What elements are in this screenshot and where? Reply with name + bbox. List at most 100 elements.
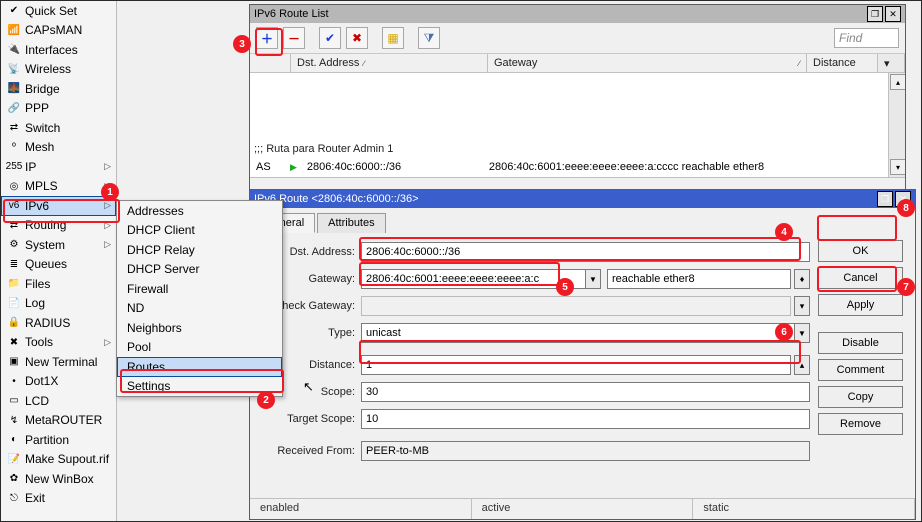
cancel-button[interactable]: Cancel: [818, 267, 903, 289]
find-input[interactable]: Find: [834, 28, 899, 48]
sidebar-item-dot1x[interactable]: •Dot1X: [1, 372, 116, 392]
sidebar-item-exit[interactable]: ⎋Exit: [1, 489, 116, 509]
sidebar-item-new-winbox[interactable]: ✿New WinBox: [1, 469, 116, 489]
submenu-item-nd[interactable]: ND: [117, 299, 282, 319]
target-scope-input[interactable]: 10: [361, 409, 810, 429]
sidebar-item-label: Make Supout.rif: [25, 452, 109, 466]
sidebar-item-files[interactable]: 📁Files: [1, 274, 116, 294]
sidebar-item-make-supout-rif[interactable]: 📝Make Supout.rif: [1, 450, 116, 470]
col-dst[interactable]: Dst. Address∕: [291, 54, 488, 72]
sidebar-item-label: Mesh: [25, 140, 54, 154]
submenu-item-dhcp-client[interactable]: DHCP Client: [117, 221, 282, 241]
copy-button[interactable]: Copy: [818, 386, 903, 408]
submenu-item-neighbors[interactable]: Neighbors: [117, 318, 282, 338]
menu-icon: ◎: [6, 178, 22, 194]
menu-icon: ≣: [6, 256, 22, 272]
sidebar-item-lcd[interactable]: ▭LCD: [1, 391, 116, 411]
menu-icon: 🔗: [6, 100, 22, 116]
submenu-item-addresses[interactable]: Addresses: [117, 201, 282, 221]
sidebar-item-wireless[interactable]: 📡Wireless: [1, 60, 116, 80]
submenu-item-pool[interactable]: Pool: [117, 338, 282, 358]
add-button[interactable]: ＋: [256, 27, 278, 49]
tab-attributes[interactable]: Attributes: [317, 213, 385, 233]
sidebar-item-quick-set[interactable]: ✔Quick Set: [1, 1, 116, 21]
row-comment: ;;; Ruta para Router Admin 1: [254, 143, 393, 155]
distance-input[interactable]: 1: [361, 355, 791, 375]
sidebar-item-metarouter[interactable]: ↯MetaROUTER: [1, 411, 116, 431]
button-column: OK Cancel Apply Disable Comment Copy Rem…: [818, 238, 909, 472]
menu-icon: 🌉: [6, 81, 22, 97]
sidebar-item-ppp[interactable]: 🔗PPP: [1, 99, 116, 119]
dst-address-input[interactable]: 2806:40c:6000::/36: [361, 242, 810, 262]
badge: 5: [556, 278, 574, 296]
badge: 4: [775, 223, 793, 241]
menu-icon: 📡: [6, 61, 22, 77]
apply-button[interactable]: Apply: [818, 294, 903, 316]
form: Dst. Address: 2806:40c:6000::/36 Gateway…: [256, 238, 818, 472]
remove-button[interactable]: Remove: [818, 413, 903, 435]
window-restore-icon[interactable]: ❐: [877, 191, 893, 207]
sidebar-item-label: Dot1X: [25, 374, 58, 388]
sidebar-item-radius[interactable]: 🔒RADIUS: [1, 313, 116, 333]
chevron-down-icon[interactable]: ▼: [585, 270, 600, 288]
sidebar-item-routing[interactable]: ⇄Routing▷: [1, 216, 116, 236]
scrollbar[interactable]: ▴ ▾: [888, 73, 905, 177]
menu-icon: º: [6, 139, 22, 155]
submenu-item-dhcp-relay[interactable]: DHCP Relay: [117, 240, 282, 260]
submenu-item-settings[interactable]: Settings: [117, 377, 282, 397]
scroll-up-icon[interactable]: ▴: [890, 74, 905, 90]
check-gateway-input[interactable]: [361, 296, 791, 316]
disable-button[interactable]: Disable: [818, 332, 903, 354]
remove-button[interactable]: －: [283, 27, 305, 49]
sidebar-item-label: Queues: [25, 257, 67, 271]
sidebar-item-capsman[interactable]: 📶CAPsMAN: [1, 21, 116, 41]
sidebar-item-bridge[interactable]: 🌉Bridge: [1, 79, 116, 99]
scroll-down-icon[interactable]: ▾: [890, 159, 905, 175]
submenu-item-dhcp-server[interactable]: DHCP Server: [117, 260, 282, 280]
sidebar-item-partition[interactable]: ◐Partition: [1, 430, 116, 450]
enable-button[interactable]: ✔: [319, 27, 341, 49]
submenu-item-firewall[interactable]: Firewall: [117, 279, 282, 299]
sidebar-item-label: Bridge: [25, 82, 60, 96]
row-flag: AS: [250, 161, 286, 173]
comment-button[interactable]: Comment: [818, 359, 903, 381]
chevron-down-icon[interactable]: ▼: [794, 324, 809, 342]
sidebar-item-tools[interactable]: ✖Tools▷: [1, 333, 116, 353]
filter-button[interactable]: ⧩: [418, 27, 440, 49]
spinner-icon[interactable]: ♦: [794, 269, 810, 289]
comment-button[interactable]: ▦: [382, 27, 404, 49]
sidebar-item-label: PPP: [25, 101, 49, 115]
sidebar-item-ip[interactable]: 255IP▷: [1, 157, 116, 177]
sidebar-item-label: LCD: [25, 394, 49, 408]
window-close-icon[interactable]: ✕: [885, 6, 901, 22]
tabs: General Attributes: [250, 208, 915, 232]
table-row[interactable]: AS ▶ 2806:40c:6000::/36 2806:40c:6001:ee…: [250, 159, 905, 175]
sidebar-item-log[interactable]: 📄Log: [1, 294, 116, 314]
col-blank[interactable]: [250, 54, 291, 72]
submenu-item-routes[interactable]: Routes: [117, 357, 282, 377]
window-restore-icon[interactable]: ❐: [867, 6, 883, 22]
sidebar-item-new-terminal[interactable]: ▣New Terminal: [1, 352, 116, 372]
sidebar-item-mpls[interactable]: ◎MPLS▷: [1, 177, 116, 197]
sidebar-item-queues[interactable]: ≣Queues: [1, 255, 116, 275]
disable-button[interactable]: ✖: [346, 27, 368, 49]
sidebar-item-mesh[interactable]: ºMesh: [1, 138, 116, 158]
sidebar-item-switch[interactable]: ⇄Switch: [1, 118, 116, 138]
scope-input[interactable]: 30: [361, 382, 810, 402]
chevron-up-icon[interactable]: ▴: [794, 355, 810, 375]
sidebar-item-label: Interfaces: [25, 43, 78, 57]
sidebar-item-system[interactable]: ⚙System▷: [1, 235, 116, 255]
menu-icon: ⇄: [6, 217, 22, 233]
menu-icon: ⚙: [6, 237, 22, 253]
menu-icon: ◐: [6, 432, 22, 448]
col-gateway[interactable]: Gateway∕: [488, 54, 807, 72]
col-distance[interactable]: Distance: [807, 54, 878, 72]
sidebar-item-label: MetaROUTER: [25, 413, 102, 427]
sidebar-item-ipv6[interactable]: v6IPv6▷: [1, 196, 116, 216]
ok-button[interactable]: OK: [818, 240, 903, 262]
chevron-down-icon[interactable]: ▾: [794, 296, 810, 316]
type-input[interactable]: unicast ▼: [361, 323, 810, 343]
menu-icon: ⇄: [6, 120, 22, 136]
sidebar-item-interfaces[interactable]: 🔌Interfaces: [1, 40, 116, 60]
col-menu-icon[interactable]: ▾: [878, 54, 905, 72]
